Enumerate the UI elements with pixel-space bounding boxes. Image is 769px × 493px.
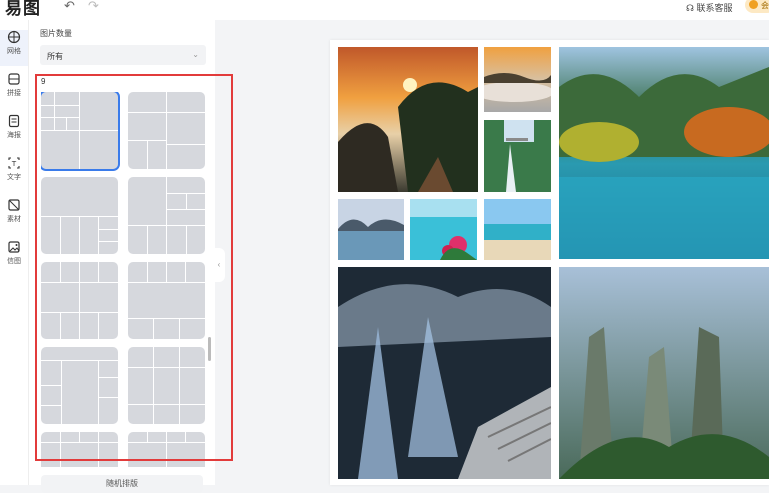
photo-tropical-flowers[interactable] <box>410 199 477 260</box>
grid-icon <box>7 30 21 44</box>
rail-item-label: 信图 <box>7 258 21 265</box>
rail-item-label: 海报 <box>7 132 21 139</box>
rail-item-label: 文字 <box>7 174 21 181</box>
rail-item-poster[interactable]: 海报 <box>0 114 28 150</box>
image-count-label: 图片数量 <box>40 29 72 38</box>
app-logo[interactable]: 易图 <box>5 0 41 19</box>
rail-item-label: 素材 <box>7 216 21 223</box>
top-bar: 易图 ↶ ↷ ☊ 联系客服 会 <box>0 0 769 20</box>
photo-lake-reflection[interactable] <box>338 199 404 260</box>
member-badge[interactable]: 会 <box>745 0 769 13</box>
rail-item-material[interactable]: 素材 <box>0 198 28 234</box>
photo-sea-of-clouds[interactable] <box>484 47 551 112</box>
material-icon <box>8 199 20 211</box>
headset-icon: ☊ <box>686 3 694 13</box>
tool-rail: 网格 拼接 海报 T 文字 素材 信图 <box>0 20 29 485</box>
image-icon <box>8 241 20 253</box>
highlight-box <box>35 74 233 461</box>
contact-support-label: 联系客服 <box>696 3 733 13</box>
photo-blue-cascade[interactable] <box>338 267 551 479</box>
member-badge-label: 会 <box>761 1 769 10</box>
rail-item-text[interactable]: T 文字 <box>0 156 28 192</box>
rail-item-label: 拼接 <box>7 90 21 97</box>
svg-text:T: T <box>11 160 17 168</box>
poster-icon <box>8 114 20 128</box>
undo-button[interactable]: ↶ <box>64 0 75 14</box>
vip-icon <box>749 0 758 9</box>
image-count-select[interactable]: 所有 ⌄ <box>40 45 206 65</box>
rail-item-label: 网格 <box>7 48 21 55</box>
random-layout-button[interactable]: 随机排版 <box>41 475 203 493</box>
rail-item-image[interactable]: 信图 <box>0 240 28 276</box>
image-count-value: 所有 <box>47 52 63 61</box>
chevron-down-icon: ⌄ <box>192 50 199 59</box>
photo-beach-lagoon[interactable] <box>484 199 551 260</box>
rail-item-grid[interactable]: 网格 <box>0 30 28 66</box>
text-icon: T <box>8 157 20 169</box>
photo-sunset-mountain[interactable] <box>338 47 478 192</box>
photo-karst-peaks[interactable] <box>559 267 769 479</box>
contact-support-link[interactable]: ☊ 联系客服 <box>686 1 733 14</box>
rail-item-splice[interactable]: 拼接 <box>0 72 28 108</box>
photo-waterfall-bridge[interactable] <box>484 120 551 192</box>
redo-button[interactable]: ↷ <box>88 0 99 14</box>
collage-canvas[interactable] <box>330 40 769 485</box>
photo-lake-autumn[interactable] <box>559 47 769 259</box>
splice-icon <box>8 73 20 85</box>
